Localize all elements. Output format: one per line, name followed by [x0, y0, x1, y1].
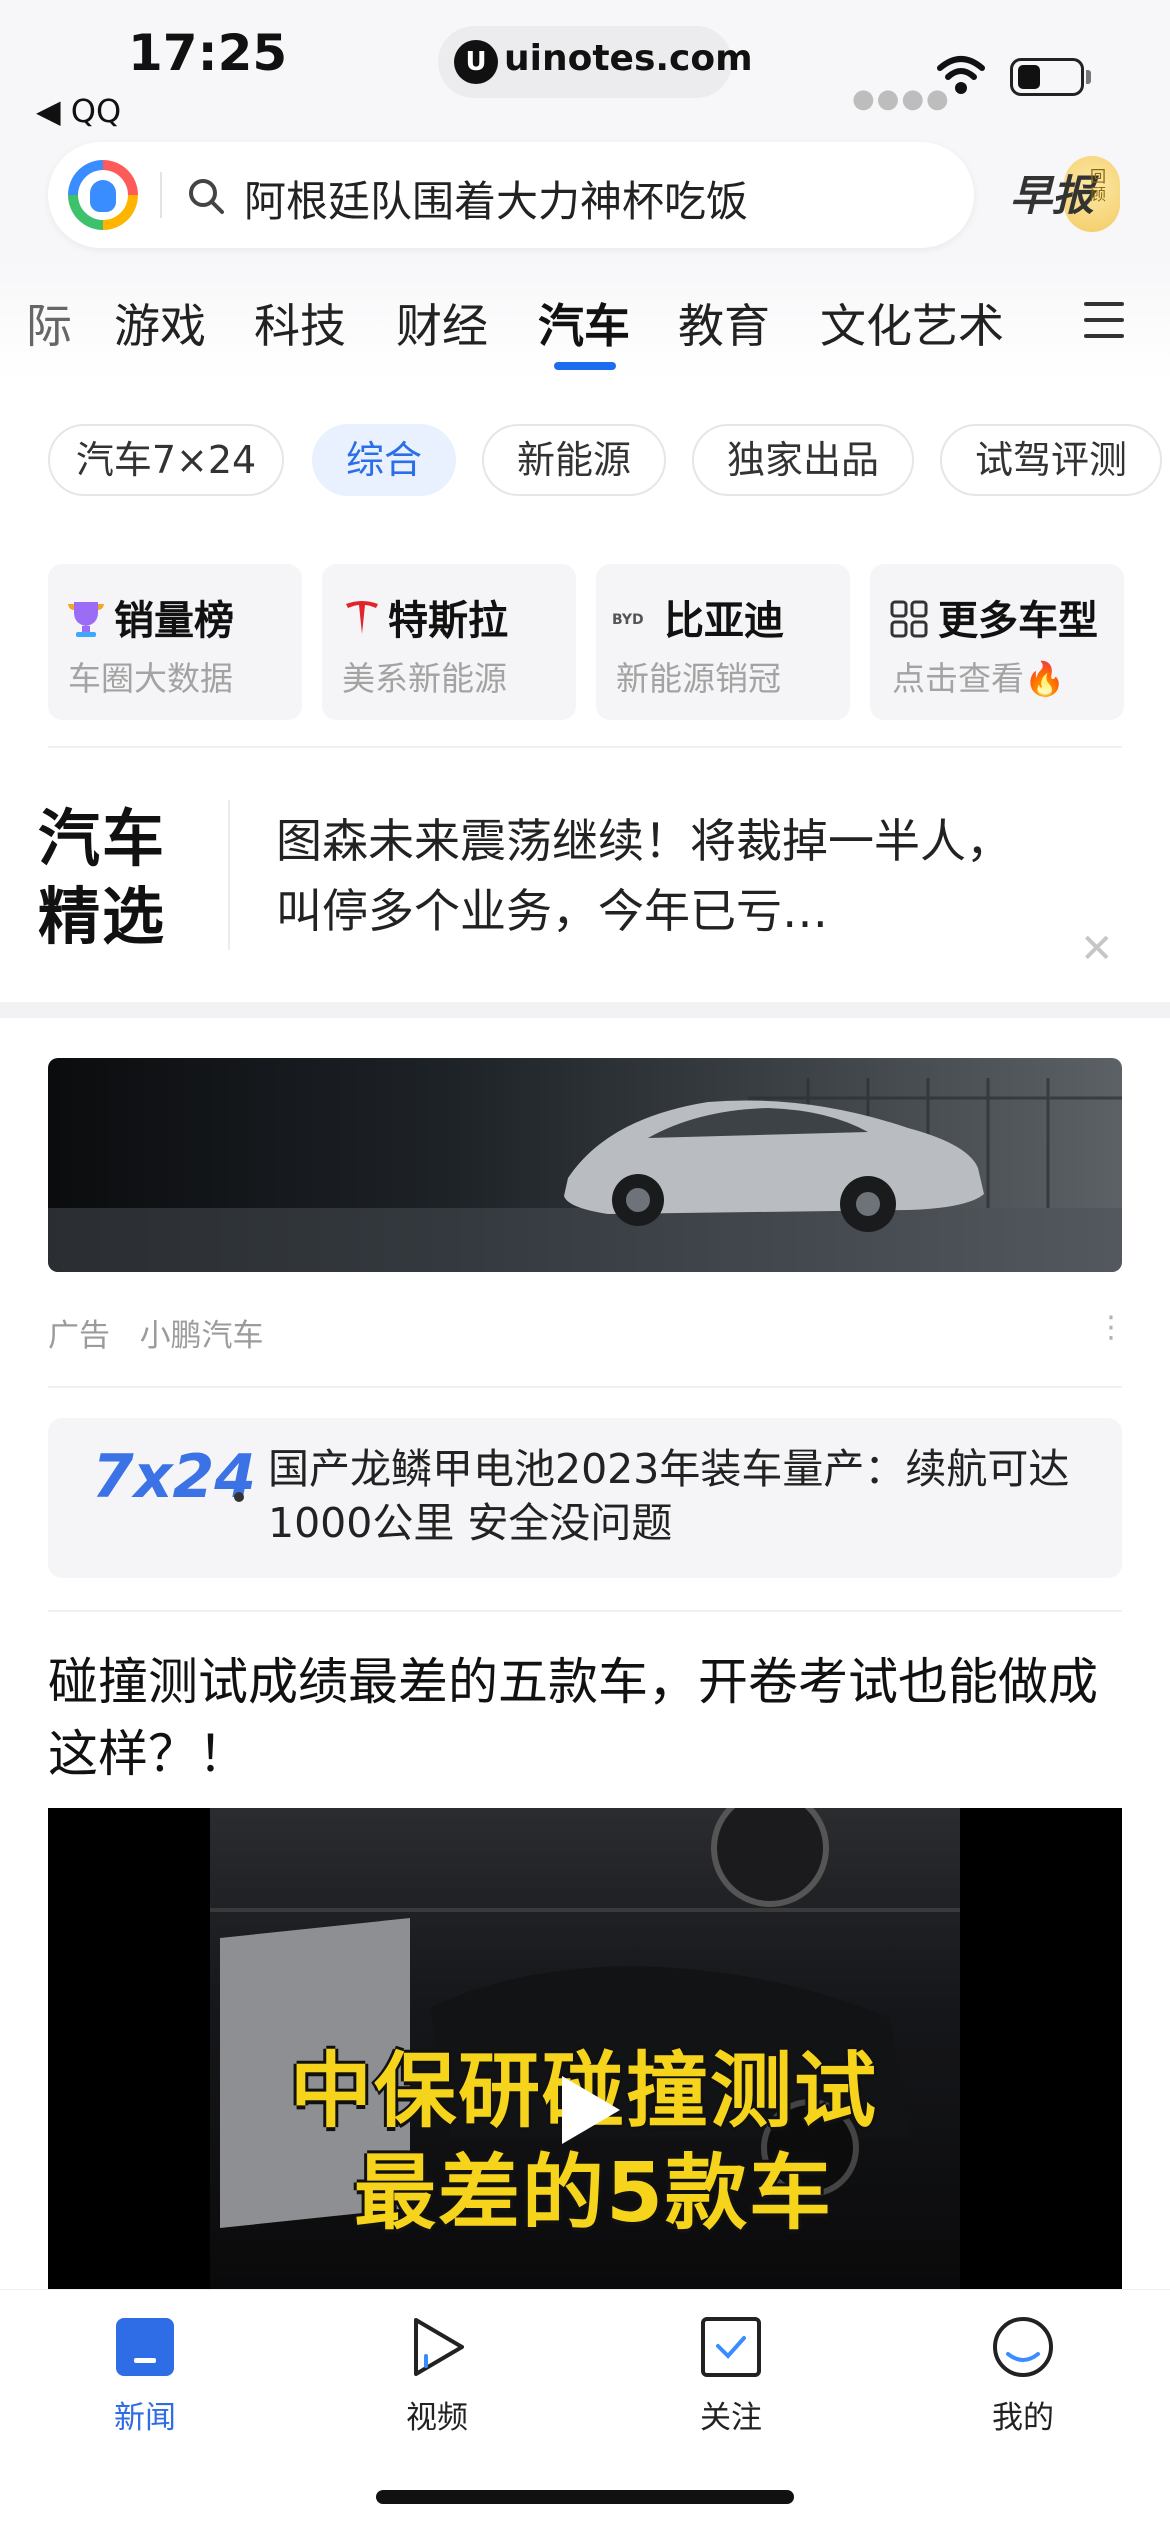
bullet-dot [234, 1492, 244, 1502]
chip-test-drive[interactable]: 试驾评测 [940, 424, 1162, 496]
card-subtitle: 点击查看🔥 [892, 659, 1066, 698]
logo-7x24: 7x24 [92, 1442, 256, 1512]
home-indicator[interactable] [376, 2490, 794, 2504]
article-title[interactable]: 碰撞测试成绩最差的五款车，开卷考试也能做成这样？！ [48, 1646, 1122, 1790]
video-icon[interactable] [406, 2316, 468, 2378]
battery-tip [1086, 70, 1091, 84]
chip-new-energy[interactable]: 新能源 [482, 424, 666, 496]
section-divider [48, 746, 1122, 748]
status-time: 17:25 [128, 24, 288, 82]
ad-meta: 广告 小鹏汽车 [48, 1310, 264, 1355]
card-subtitle: 车圈大数据 [68, 659, 233, 698]
featured-logo-line2: 精选 [38, 880, 167, 953]
card-subtitle: 新能源销冠 [616, 659, 781, 698]
card-subtitle: 美系新能源 [342, 659, 507, 698]
section-divider [48, 1386, 1122, 1388]
site-logo-icon: U [454, 40, 498, 84]
active-tab-indicator [554, 362, 616, 370]
svg-text:BYD: BYD [612, 612, 644, 628]
featured-logo-line1: 汽车 [38, 802, 167, 875]
nav-profile[interactable]: 我的 [963, 2392, 1083, 2437]
card-title: 特斯拉 [388, 598, 508, 644]
chip-general[interactable]: 综合 [312, 424, 456, 496]
byd-logo-icon: BYD [612, 612, 644, 628]
car-image [48, 1078, 1122, 1272]
tesla-logo-icon [346, 601, 378, 634]
chip-exclusive[interactable]: 独家出品 [692, 424, 914, 496]
search-icon [189, 179, 224, 214]
ad-label: 广告 [48, 1318, 110, 1354]
card-title: 更多车型 [938, 598, 1098, 644]
qq-penguin-icon [90, 180, 116, 212]
nav-news[interactable]: 新闻 [85, 2392, 205, 2437]
card-title: 销量榜 [114, 598, 234, 644]
tab-education[interactable]: 教育 [678, 290, 770, 356]
featured-logo: 汽车 精选 [38, 800, 166, 956]
tab-tech[interactable]: 科技 [254, 290, 346, 356]
tab-partial[interactable]: 际 [26, 290, 72, 356]
tab-auto[interactable]: 汽车 [538, 290, 630, 356]
featured-separator [228, 800, 230, 950]
ad-image[interactable] [48, 1058, 1122, 1272]
featured-headline[interactable]: 图森未来震荡继续！将裁掉一半人，叫停多个业务，今年已亏… [276, 806, 1036, 946]
tab-finance[interactable]: 财经 [396, 290, 488, 356]
tab-games[interactable]: 游戏 [114, 290, 206, 356]
profile-icon[interactable] [992, 2316, 1054, 2378]
grid-icon [890, 600, 928, 638]
follow-icon[interactable] [700, 2316, 762, 2378]
section-divider [48, 1610, 1122, 1612]
news-icon[interactable] [114, 2316, 176, 2378]
play-icon[interactable] [548, 2070, 628, 2150]
trophy-icon [68, 602, 104, 637]
url-text: uinotes.com [504, 38, 753, 79]
section-gap [0, 1002, 1170, 1018]
wifi-icon [937, 56, 985, 94]
search-input[interactable]: 阿根廷队围着大力神杯吃饭 [244, 168, 748, 229]
news-7x24-text[interactable]: 国产龙鳞甲电池2023年装车量产：续航可达1000公里 安全没问题 [268, 1442, 1098, 1550]
ad-advertiser: 小鹏汽车 [139, 1318, 264, 1354]
morning-news-button[interactable]: 早报 [1010, 162, 1094, 223]
card-title: 比亚迪 [664, 598, 784, 644]
morning-news-sub: 回顾 [1090, 167, 1107, 204]
tab-culture-art[interactable]: 文化艺术 [820, 290, 1004, 356]
close-icon[interactable]: ✕ [1080, 926, 1114, 972]
more-options-icon[interactable]: ⋮ [1096, 1310, 1126, 1345]
channel-menu-icon[interactable] [1084, 302, 1124, 338]
battery-level [1018, 65, 1040, 89]
nav-video[interactable]: 视频 [377, 2392, 497, 2437]
back-to-app-link[interactable]: ◀ QQ [36, 92, 121, 130]
search-divider [160, 172, 162, 218]
nav-follow[interactable]: 关注 [671, 2392, 791, 2437]
chip-auto-7x24[interactable]: 汽车7×24 [48, 424, 284, 496]
